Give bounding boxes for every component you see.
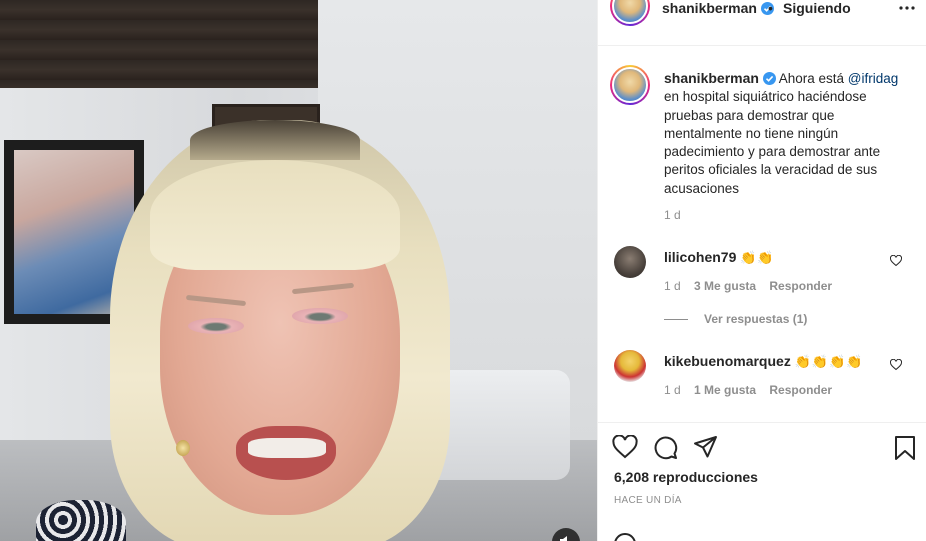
comment-item: lilicohen79 👏👏 1 d 3 Me gusta Responder …	[598, 237, 926, 347]
caption-intro: Ahora está	[778, 71, 845, 86]
post-header: shanikberman • Siguiendo	[598, 0, 926, 46]
post-actions: 6,208 reproducciones HACE UN DÍA	[598, 422, 926, 541]
view-replies-button[interactable]: Ver respuestas (1)	[664, 312, 807, 326]
caption-mention[interactable]: @ifridag	[848, 71, 898, 86]
comment-like-icon[interactable]	[890, 255, 902, 267]
author-avatar[interactable]	[610, 0, 650, 26]
comment-likes[interactable]: 1 Me gusta	[694, 383, 756, 397]
comment-time[interactable]: 1 d	[664, 279, 681, 293]
person-bangs	[150, 160, 400, 270]
caption-text: shanikberman Ahora está @ifridag en hosp…	[664, 69, 914, 198]
person-teeth	[248, 438, 326, 458]
bookmark-icon[interactable]	[894, 435, 916, 461]
comment-avatar[interactable]	[614, 246, 646, 278]
author-username[interactable]: shanikberman	[662, 0, 757, 16]
comment-item: kikebuenomarquez 👏👏👏👏 1 d 1 Me gusta Res…	[598, 341, 926, 422]
post-side-panel: shanikberman • Siguiendo shanikberman Ah…	[597, 0, 926, 541]
comment-reply-button[interactable]: Responder	[769, 279, 832, 293]
caption-body: en hospital siquiátrico haciéndose prueb…	[664, 89, 881, 196]
person-eye-right	[292, 308, 348, 324]
comment-likes[interactable]: 3 Me gusta	[694, 279, 756, 293]
share-icon[interactable]	[693, 435, 718, 459]
person-earring	[176, 440, 190, 456]
comment-meta: 1 d 3 Me gusta Responder	[664, 279, 842, 293]
view-count[interactable]: 6,208 reproducciones	[614, 469, 758, 485]
caption-timestamp[interactable]: 1 d	[664, 208, 681, 222]
view-replies-label: Ver respuestas (1)	[704, 312, 808, 326]
person-hair-root	[190, 120, 360, 160]
comment-time[interactable]: 1 d	[664, 383, 681, 397]
comment-text: 👏👏	[740, 250, 775, 265]
following-button[interactable]: Siguiendo	[783, 0, 851, 16]
comment-reply-button[interactable]: Responder	[769, 383, 832, 397]
caption-username[interactable]: shanikberman	[664, 70, 759, 86]
comment-text: 👏👏👏👏	[794, 354, 864, 369]
caption-avatar[interactable]	[610, 65, 650, 105]
comment-avatar[interactable]	[614, 350, 646, 382]
comment-content: lilicohen79 👏👏	[664, 249, 775, 266]
header-separator: •	[768, 0, 773, 16]
comment-like-icon[interactable]	[890, 359, 902, 371]
heart-icon[interactable]	[612, 435, 638, 459]
emoji-picker-icon[interactable]	[614, 533, 636, 541]
volume-icon	[560, 536, 567, 541]
video-scarf	[36, 500, 126, 541]
comment-meta: 1 d 1 Me gusta Responder	[664, 383, 842, 397]
comment-username[interactable]: kikebuenomarquez	[664, 353, 791, 369]
person-eye-left	[188, 318, 244, 334]
comment-icon[interactable]	[653, 435, 678, 460]
post-timestamp[interactable]: HACE UN DÍA	[614, 495, 682, 506]
comment-content: kikebuenomarquez 👏👏👏👏	[664, 353, 863, 370]
post-video[interactable]	[0, 0, 597, 541]
comments-scroll-area[interactable]: shanikberman Ahora está @ifridag en hosp…	[598, 47, 926, 422]
comment-username[interactable]: lilicohen79	[664, 249, 736, 265]
author-header-username[interactable]: shanikberman	[662, 0, 774, 16]
verified-badge-icon	[762, 72, 776, 85]
view-replies-line	[664, 319, 688, 321]
more-options-icon[interactable]	[898, 2, 916, 14]
